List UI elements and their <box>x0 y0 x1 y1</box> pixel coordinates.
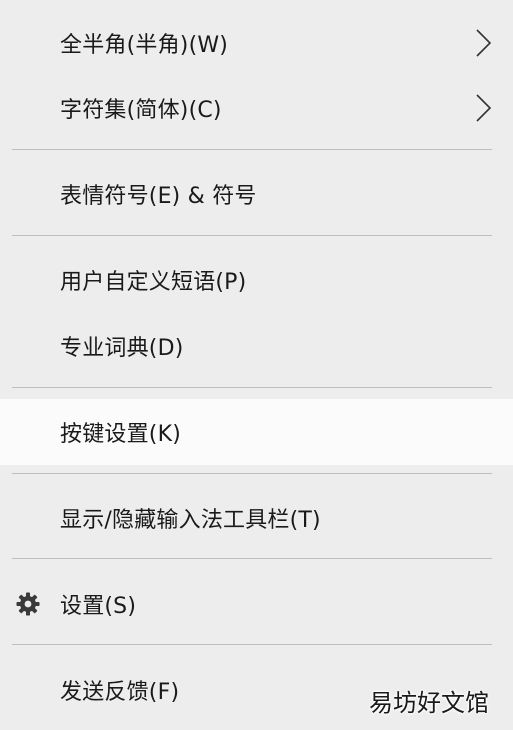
chevron-right-icon <box>476 94 492 122</box>
menu-item-custom-phrases[interactable]: 用户自定义短语(P) <box>0 249 513 311</box>
menu-item-dictionary[interactable]: 专业词典(D) <box>0 315 513 377</box>
context-menu: 全半角(半角)(W) 字符集(简体)(C) 表情符号(E) & 符号 用户自定义… <box>0 0 513 730</box>
menu-separator <box>12 149 492 150</box>
menu-item-label: 全半角(半角)(W) <box>60 33 229 58</box>
menu-item-charset[interactable]: 字符集(简体)(C) <box>0 77 513 139</box>
menu-item-emoji-symbols[interactable]: 表情符号(E) & 符号 <box>0 163 513 225</box>
menu-item-settings[interactable]: 设置(S) <box>0 573 513 635</box>
menu-separator <box>12 473 492 474</box>
watermark-text: 易坊好文馆 <box>369 689 489 717</box>
menu-separator <box>12 235 492 236</box>
menu-separator <box>12 644 492 645</box>
menu-item-label: 专业词典(D) <box>60 336 184 361</box>
menu-separator <box>12 387 492 388</box>
menu-item-key-settings[interactable]: 按键设置(K) <box>0 399 513 465</box>
menu-item-label: 显示/隐藏输入法工具栏(T) <box>60 508 321 533</box>
menu-item-toggle-toolbar[interactable]: 显示/隐藏输入法工具栏(T) <box>0 487 513 549</box>
menu-separator <box>12 558 492 559</box>
menu-item-label: 发送反馈(F) <box>60 680 180 705</box>
chevron-right-icon <box>476 29 492 57</box>
menu-item-label: 字符集(简体)(C) <box>60 98 222 123</box>
menu-item-full-half-width[interactable]: 全半角(半角)(W) <box>0 12 513 74</box>
menu-item-label: 用户自定义短语(P) <box>60 270 247 295</box>
menu-item-label: 按键设置(K) <box>60 422 181 447</box>
gear-icon <box>16 592 40 616</box>
menu-item-label: 表情符号(E) & 符号 <box>60 184 257 209</box>
menu-item-label: 设置(S) <box>60 594 137 619</box>
